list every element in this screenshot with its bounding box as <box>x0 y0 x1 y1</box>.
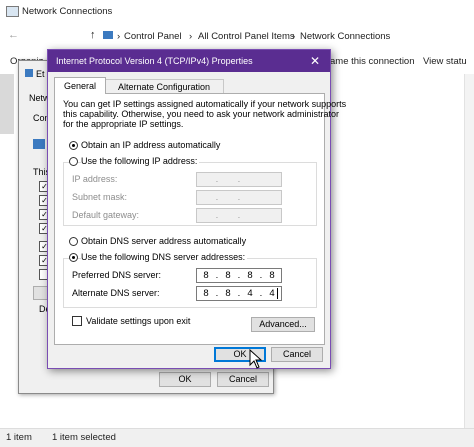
text-cursor <box>277 288 278 299</box>
subnet-mask-label: Subnet mask: <box>72 192 128 202</box>
ip-octet: 8 <box>269 270 275 281</box>
close-icon[interactable]: ✕ <box>306 50 324 72</box>
breadcrumb-network-connections[interactable]: Network Connections <box>300 31 390 42</box>
ethernet-icon <box>25 69 33 77</box>
ipv4-properties-dialog: Internet Protocol Version 4 (TCP/IPv4) P… <box>47 49 346 369</box>
explorer-status-bar: 1 item 1 item selected <box>0 428 474 447</box>
explorer-window-title: Network Connections <box>22 6 113 17</box>
ethernet-ok-button[interactable]: OK <box>159 372 211 387</box>
breadcrumb-chevron-icon: › <box>189 31 193 42</box>
ethernet-cancel-button[interactable]: Cancel <box>217 372 269 387</box>
general-tab-panel: You can get IP settings assigned automat… <box>54 93 346 345</box>
advanced-button[interactable]: Advanced... <box>251 317 315 332</box>
up-arrow-icon[interactable]: ↑ <box>90 29 96 41</box>
alternate-dns-field[interactable]: 8.8.4.4 <box>196 286 282 301</box>
use-dns-radio[interactable] <box>69 253 78 262</box>
ip-octet: 8 <box>247 270 253 281</box>
explorer-scrollbar[interactable] <box>464 74 474 428</box>
ip-octet: 8 <box>225 288 231 299</box>
subnet-mask-field: .. <box>196 190 282 205</box>
breadcrumb-chevron-icon: › <box>292 31 296 42</box>
preferred-dns-field[interactable]: 8.8.8.8 <box>196 268 282 283</box>
control-panel-icon <box>103 31 113 39</box>
explorer-left-strip <box>0 74 14 134</box>
ip-octet: 8 <box>203 288 209 299</box>
back-arrow-icon[interactable]: ← <box>8 29 19 41</box>
ip-octet: 8 <box>203 270 209 281</box>
ip-address-label: IP address: <box>72 174 118 184</box>
obtain-dns-auto-label[interactable]: Obtain DNS server address automatically <box>81 236 246 246</box>
alternate-dns-label: Alternate DNS server: <box>72 288 160 298</box>
tab-general[interactable]: General <box>54 77 106 94</box>
ip-address-field: .. <box>196 172 282 187</box>
adapter-icon <box>33 139 45 149</box>
obtain-dns-auto-radio[interactable] <box>69 237 78 246</box>
use-ip-radio[interactable] <box>69 157 78 166</box>
mouse-pointer-icon <box>249 349 263 369</box>
obtain-ip-auto-label[interactable]: Obtain an IP address automatically <box>81 140 220 150</box>
intro-text-line: You can get IP settings assigned automat… <box>63 99 347 109</box>
ethernet-title: Et <box>36 69 45 79</box>
ip-octet: 4 <box>269 288 275 299</box>
intro-text-line: this capability. Otherwise, you need to … <box>63 109 339 119</box>
use-ip-label[interactable]: Use the following IP address: <box>81 156 200 166</box>
dialog-title: Internet Protocol Version 4 (TCP/IPv4) P… <box>56 56 253 66</box>
breadcrumb-control-panel[interactable]: Control Panel <box>124 31 182 42</box>
default-gateway-label: Default gateway: <box>72 210 140 220</box>
default-gateway-field: .. <box>196 208 282 223</box>
breadcrumb-chevron-icon: › <box>117 31 121 42</box>
intro-text-line: for the appropriate IP settings. <box>63 119 184 129</box>
network-folder-icon <box>6 6 19 17</box>
use-dns-label[interactable]: Use the following DNS server addresses: <box>81 252 248 262</box>
view-status-command[interactable]: View statu <box>423 56 467 67</box>
obtain-ip-auto-radio[interactable] <box>69 141 78 150</box>
dialog-titlebar[interactable]: Internet Protocol Version 4 (TCP/IPv4) P… <box>48 50 330 72</box>
rename-connection-command[interactable]: ame this connection <box>330 56 415 67</box>
validate-label[interactable]: Validate settings upon exit <box>86 316 190 326</box>
breadcrumb-all-items[interactable]: All Control Panel Items <box>198 31 295 42</box>
tab-alternate-configuration[interactable]: Alternate Configuration <box>104 79 224 94</box>
validate-checkbox[interactable] <box>72 316 82 326</box>
explorer-titlebar: Network Connections <box>0 0 474 24</box>
ip-octet: 8 <box>225 270 231 281</box>
ip-octet: 4 <box>247 288 253 299</box>
status-item-count: 1 item <box>6 432 32 443</box>
explorer-address-bar: ← ↑ › Control Panel › All Control Panel … <box>0 24 474 48</box>
cancel-button[interactable]: Cancel <box>271 347 323 362</box>
status-selected-count: 1 item selected <box>52 432 116 443</box>
preferred-dns-label: Preferred DNS server: <box>72 270 162 280</box>
